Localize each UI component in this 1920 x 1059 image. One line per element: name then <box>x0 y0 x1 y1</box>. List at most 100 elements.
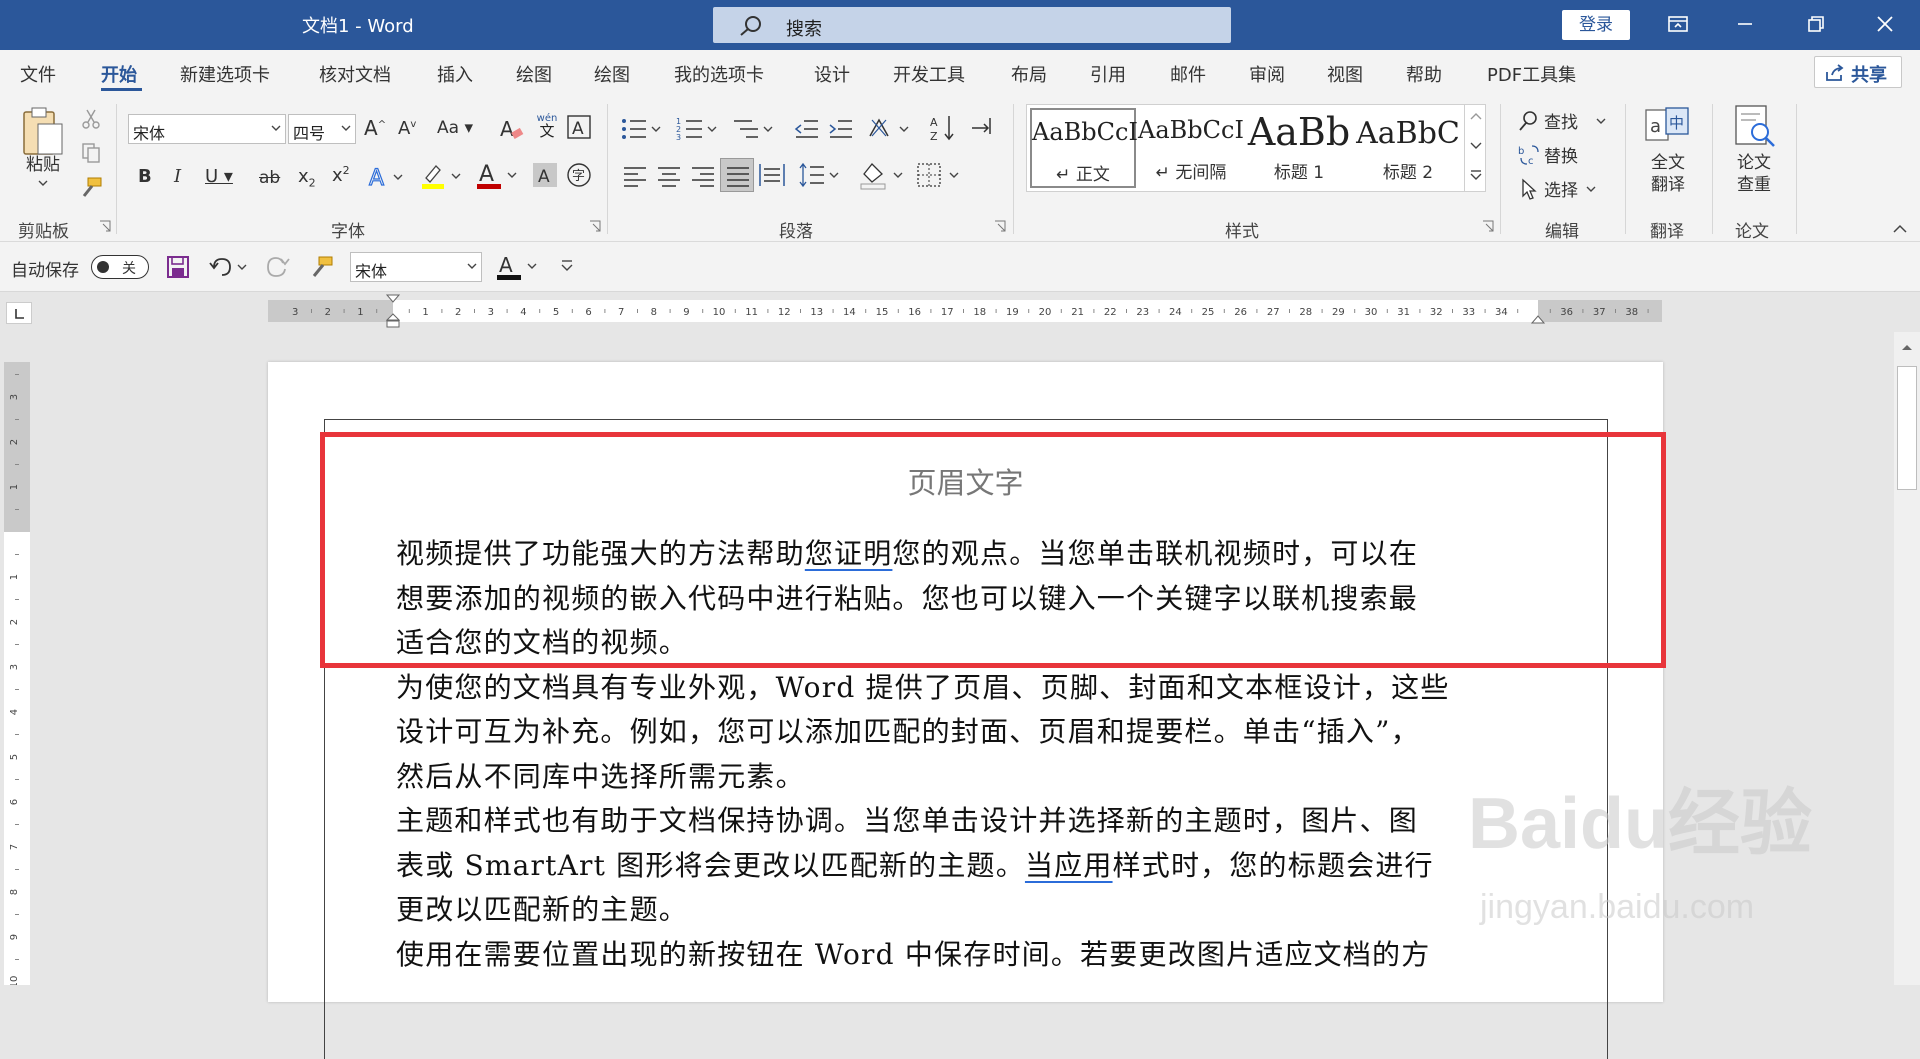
doc-line[interactable]: 设计可互为补充。例如，您可以添加匹配的封面、页眉和提要栏。单击“插入”， <box>396 710 1536 755</box>
tab-0[interactable]: 文件 <box>20 61 56 87</box>
justify-button[interactable] <box>720 158 754 192</box>
styles-launcher-icon[interactable] <box>1482 220 1494 232</box>
paper-check-button[interactable] <box>1732 104 1778 148</box>
enclose-characters-icon[interactable]: 字 <box>566 162 592 188</box>
superscript-button[interactable]: x2 <box>332 164 350 186</box>
grow-font-icon[interactable]: A^ <box>364 116 386 140</box>
scroll-thumb[interactable] <box>1897 366 1917 490</box>
minimize-icon[interactable] <box>1730 9 1760 39</box>
doc-line[interactable]: 然后从不同库中选择所需元素。 <box>396 755 1536 800</box>
decrease-indent-icon[interactable] <box>794 116 820 142</box>
indent-marker-icon[interactable] <box>386 294 400 328</box>
doc-line[interactable]: 主题和样式也有助于文档保持协调。当您单击设计并选择新的主题时，图片、图 <box>396 799 1536 844</box>
align-left-icon[interactable] <box>622 164 648 188</box>
style-item-1[interactable]: AaBbCcI ↵ 无间隔 <box>1138 108 1244 188</box>
vertical-ruler[interactable]: 3 2 1 1 2 3 4 5 6 7 8 9 10 <box>4 362 30 985</box>
bullets-icon[interactable] <box>620 116 664 142</box>
style-item-0[interactable]: AaBbCcI ↵ 正文 <box>1030 108 1138 188</box>
autosave-toggle[interactable]: 关 <box>91 255 149 279</box>
font-size-combo[interactable]: 四号 <box>288 114 356 144</box>
tab-7[interactable]: 我的选项卡 <box>674 61 764 87</box>
clipboard-launcher-icon[interactable] <box>99 220 111 232</box>
right-indent-marker-icon[interactable] <box>1531 314 1545 324</box>
chinese-layout-icon[interactable] <box>868 116 912 142</box>
translate-button[interactable]: a中 <box>1644 106 1690 148</box>
tab-1[interactable]: 开始 <box>101 61 137 87</box>
character-shading-icon[interactable]: A <box>532 162 558 188</box>
sort-icon[interactable]: AZ <box>930 114 956 142</box>
borders-icon[interactable] <box>916 162 962 188</box>
chevron-down-icon[interactable] <box>1470 142 1482 150</box>
search-box[interactable]: 搜索 <box>713 7 1231 43</box>
bold-button[interactable]: B <box>138 166 152 187</box>
tab-16[interactable]: PDF工具集 <box>1487 61 1576 87</box>
format-painter-qat-icon[interactable] <box>309 254 335 280</box>
increase-indent-icon[interactable] <box>828 116 854 142</box>
tab-15[interactable]: 帮助 <box>1406 61 1442 87</box>
tab-selector-icon[interactable] <box>6 302 32 324</box>
doc-line[interactable]: 为使您的文档具有专业外观，Word 提供了页眉、页脚、封面和文本框设计，这些 <box>396 666 1536 711</box>
grammar-flagged-text[interactable]: 当应用 <box>1025 849 1113 882</box>
tab-14[interactable]: 视图 <box>1327 61 1363 87</box>
subscript-button[interactable]: x2 <box>298 166 316 190</box>
undo-icon[interactable] <box>208 255 248 279</box>
ribbon-display-options-icon[interactable] <box>1663 9 1693 39</box>
chevron-up-icon[interactable] <box>1470 112 1482 120</box>
numbering-icon[interactable]: 123 <box>676 116 720 142</box>
doc-line[interactable]: 表或 SmartArt 图形将会更改以匹配新的主题。当应用样式时，您的标题会进行 <box>396 844 1536 889</box>
shading-icon[interactable] <box>860 160 906 190</box>
tab-6[interactable]: 绘图 <box>594 61 630 87</box>
horizontal-ruler[interactable]: 3 2 1 1 2 3 4 5 6 7 8 9 10 11 12 13 14 15 16 17 18 19 20 21 22 23… <box>268 294 1662 328</box>
tab-13[interactable]: 审阅 <box>1249 61 1285 87</box>
tab-11[interactable]: 引用 <box>1090 61 1126 87</box>
line-spacing-icon[interactable] <box>798 162 842 188</box>
collapse-ribbon-icon[interactable] <box>1893 224 1907 233</box>
font-launcher-icon[interactable] <box>589 220 601 232</box>
show-hide-marks-icon[interactable] <box>968 114 994 140</box>
qat-font-combo[interactable]: 宋体 <box>350 252 482 282</box>
login-button[interactable]: 登录 <box>1562 10 1630 40</box>
italic-button[interactable]: I <box>174 166 181 187</box>
change-case-button[interactable]: Aa ▾ <box>437 118 473 138</box>
copy-icon[interactable] <box>80 142 102 164</box>
clear-formatting-icon[interactable]: A <box>499 116 525 142</box>
highlight-color-icon[interactable] <box>420 162 464 190</box>
tab-12[interactable]: 邮件 <box>1170 61 1206 87</box>
paper-check-label[interactable]: 论文 查重 <box>1726 152 1782 196</box>
strikethrough-button[interactable]: ab <box>259 168 280 188</box>
multilevel-list-icon[interactable] <box>732 116 776 142</box>
shrink-font-icon[interactable]: Av <box>398 118 416 139</box>
tab-4[interactable]: 插入 <box>437 61 473 87</box>
font-name-combo[interactable]: 宋体 <box>128 114 286 144</box>
close-icon[interactable] <box>1870 9 1900 39</box>
tab-10[interactable]: 布局 <box>1011 61 1047 87</box>
format-painter-icon[interactable] <box>78 176 104 200</box>
tab-2[interactable]: 新建选项卡 <box>180 61 270 87</box>
tab-8[interactable]: 设计 <box>814 61 850 87</box>
save-icon[interactable] <box>166 255 190 279</box>
distributed-icon[interactable] <box>758 162 786 188</box>
share-button[interactable]: 共享 <box>1814 56 1902 88</box>
phonetic-guide-icon[interactable]: wén 文 <box>534 112 560 139</box>
underline-button[interactable]: U ▾ <box>205 166 233 187</box>
style-item-2[interactable]: AaBb 标题 1 <box>1246 108 1352 188</box>
more-styles-icon[interactable] <box>1470 170 1482 180</box>
cut-icon[interactable] <box>80 108 102 130</box>
paste-chevron-icon[interactable] <box>38 180 48 186</box>
tab-5[interactable]: 绘图 <box>516 61 552 87</box>
doc-line[interactable]: 更改以匹配新的主题。 <box>396 888 1536 933</box>
character-border-icon[interactable]: A <box>566 114 592 140</box>
tab-9[interactable]: 开发工具 <box>893 61 965 87</box>
align-center-icon[interactable] <box>656 164 682 188</box>
scroll-up-icon[interactable] <box>1900 342 1914 352</box>
text-effects-icon[interactable]: A <box>368 164 404 190</box>
translate-label[interactable]: 全文 翻译 <box>1640 152 1696 196</box>
customize-qat-icon[interactable] <box>560 259 574 271</box>
align-right-icon[interactable] <box>690 164 716 188</box>
style-item-3[interactable]: AaBbC 标题 2 <box>1354 108 1462 188</box>
redo-icon[interactable] <box>265 255 291 279</box>
paragraph-launcher-icon[interactable] <box>994 220 1006 232</box>
restore-icon[interactable] <box>1801 9 1831 39</box>
qat-font-color-icon[interactable]: A <box>496 252 540 282</box>
font-color-icon[interactable]: A <box>476 160 520 190</box>
